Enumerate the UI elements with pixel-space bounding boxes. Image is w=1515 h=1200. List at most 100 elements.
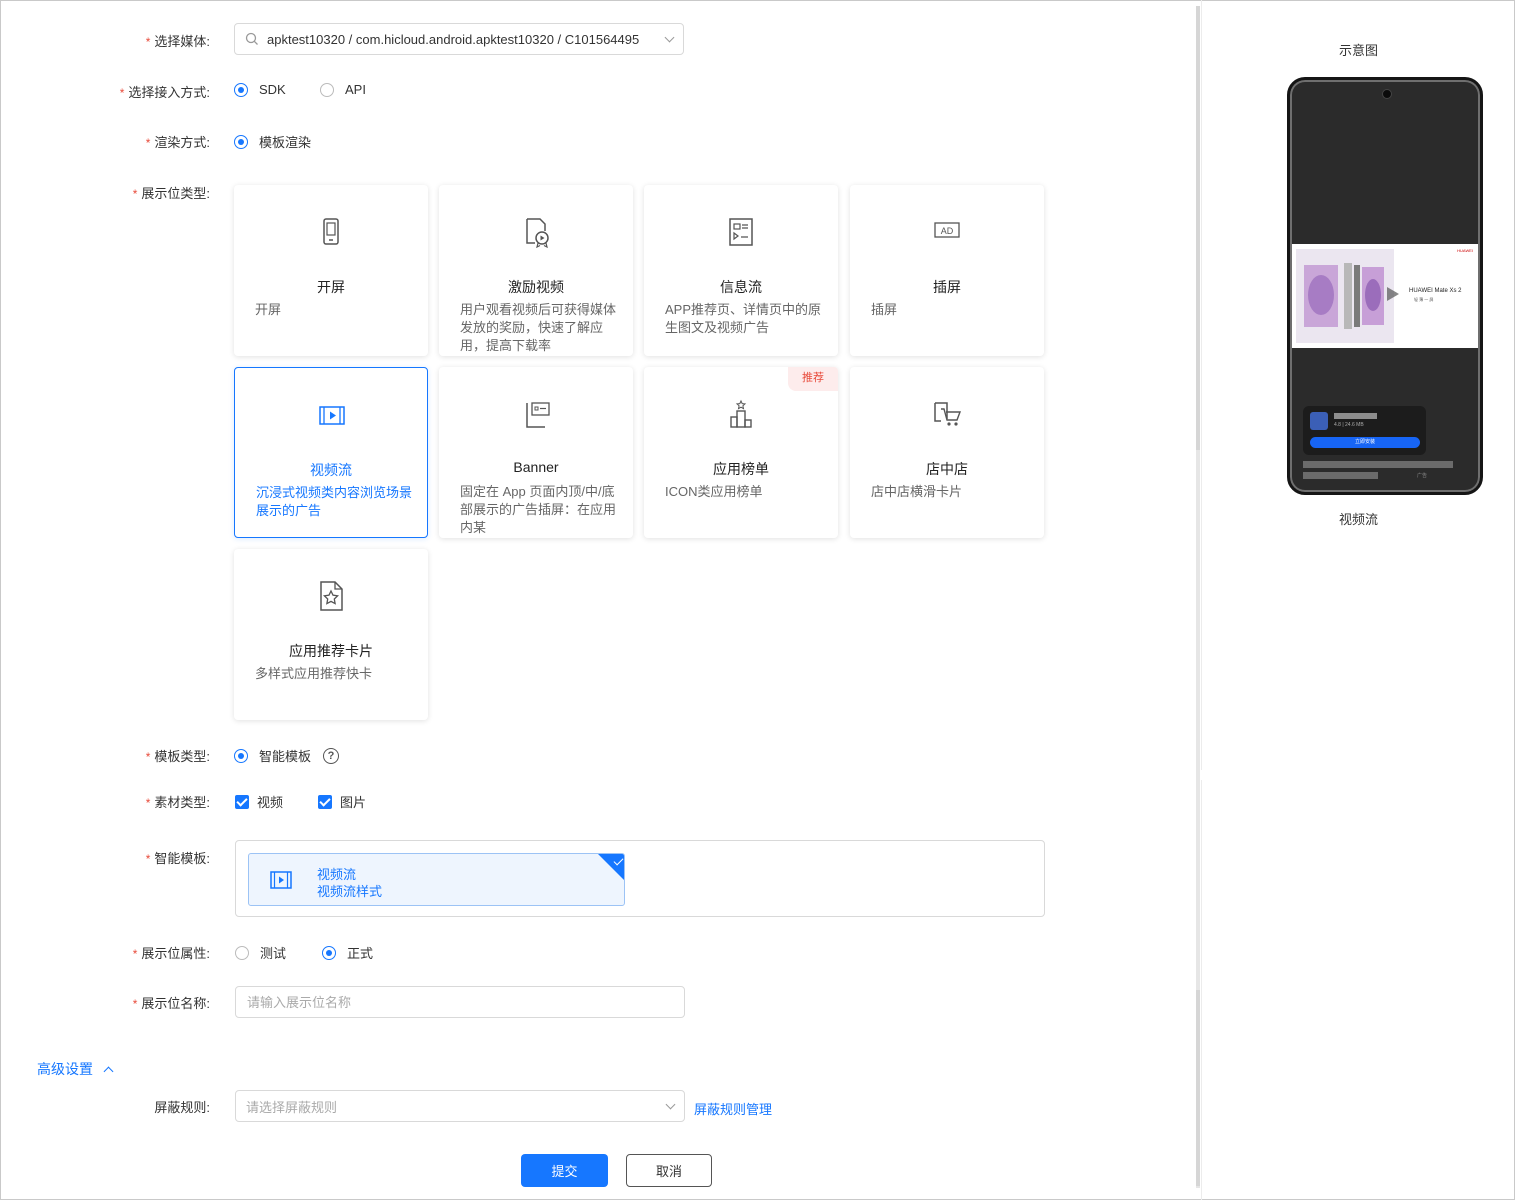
ranking-icon <box>730 399 752 428</box>
radio-dot <box>322 945 336 960</box>
card-title: 应用推荐卡片 <box>289 643 373 659</box>
ad-icon: AD <box>934 222 960 238</box>
media-value: apktest10320 / com.hicloud.android.apkte… <box>267 31 640 47</box>
card-desc: ICON类应用榜单 <box>665 484 763 499</box>
text-placeholder <box>1303 472 1378 479</box>
smart-template-box: 视频流 视频流样式 <box>235 840 1045 917</box>
app-name-placeholder <box>1334 413 1377 419</box>
slot-name-label: * 展示位名称: <box>132 996 210 1011</box>
brand-logo: HUAWEI <box>1457 248 1473 253</box>
card-ranking[interactable]: 推荐 应用榜单 ICON类应用榜单 <box>644 367 838 538</box>
block-rule-manage-link[interactable]: 屏蔽规则管理 <box>694 1099 772 1118</box>
radio-smart-template[interactable]: 智能模板? <box>234 746 340 765</box>
scrollbar-thumb[interactable] <box>1196 6 1200 450</box>
star-doc-icon <box>320 581 343 611</box>
slot-property-label: * 展示位属性: <box>132 946 210 961</box>
preview-caption: 视频流 <box>1338 512 1378 527</box>
card-title: 信息流 <box>720 279 762 295</box>
chevron-down-icon <box>665 1099 676 1109</box>
svg-text:AD: AD <box>941 226 954 236</box>
ad-creative: HUAWEI HUAWEI Mate Xs 2 轻 薄 一 屏 <box>1292 244 1478 348</box>
checkbox-video[interactable]: 视频 <box>235 792 283 811</box>
render-label: * 渲染方式: <box>145 135 210 150</box>
phone-icon <box>323 218 339 245</box>
radio-formal[interactable]: 正式 <box>322 943 373 962</box>
block-rule-placeholder: 请选择屏蔽规则 <box>246 1099 338 1115</box>
smart-template-label: * 智能模板: <box>145 851 210 866</box>
card-store-in-store[interactable]: 店中店 店中店横滑卡片 <box>850 367 1044 538</box>
card-banner[interactable]: Banner 固定在 App 页面内顶/中/底部展示的广告插屏：在应用内某 <box>439 367 633 538</box>
card-title: 激励视频 <box>508 279 564 295</box>
slot-name-input[interactable] <box>247 994 673 1010</box>
panel-divider <box>1201 0 1202 770</box>
card-desc: 插屏 <box>871 302 898 317</box>
radio-test[interactable]: 测试 <box>235 943 286 962</box>
video-stream-icon <box>270 871 292 889</box>
slot-type-label: * 展示位类型: <box>132 186 210 201</box>
install-button: 立即安装 <box>1310 437 1420 448</box>
media-label: * 选择媒体: <box>145 34 210 49</box>
card-title: 应用榜单 <box>713 461 769 477</box>
radio-dot <box>320 82 334 97</box>
banner-icon <box>526 402 550 428</box>
phone-preview: HUAWEI HUAWEI Mate Xs 2 轻 薄 一 屏 4.8 | 24… <box>1287 77 1483 495</box>
scrollbar-thumb-lower[interactable] <box>1196 990 1200 1186</box>
card-desc: 用户观看视频后可获得媒体发放的奖励，快速了解应用，提高下载率 <box>460 302 617 353</box>
radio-dot <box>234 134 248 149</box>
preview-title: 示意图 <box>1338 43 1378 58</box>
checkbox-image[interactable]: 图片 <box>318 792 366 811</box>
app-meta: 4.8 | 24.6 MB <box>1334 422 1364 428</box>
reward-video-icon <box>526 218 549 249</box>
block-rule-select[interactable]: 请选择屏蔽规则 <box>235 1090 685 1122</box>
submit-button[interactable]: 提交 <box>521 1154 608 1187</box>
card-title: Banner <box>513 459 559 475</box>
feed-icon <box>729 218 753 246</box>
ad-brand: HUAWEI Mate Xs 2 <box>1409 288 1462 294</box>
access-label: * 选择接入方式: <box>119 85 210 100</box>
radio-api[interactable]: API <box>320 82 366 97</box>
template-type-label: * 模板类型: <box>145 749 210 764</box>
search-icon <box>245 32 258 45</box>
card-desc: 固定在 App 页面内顶/中/底部展示的广告插屏：在应用内某 <box>460 484 617 535</box>
card-splash[interactable]: 开屏 开屏 <box>234 185 428 356</box>
radio-dot <box>235 945 249 960</box>
card-app-recommend[interactable]: 应用推荐卡片 多样式应用推荐快卡 <box>234 549 428 720</box>
card-title: 插屏 <box>933 279 961 295</box>
radio-dot <box>234 748 248 763</box>
slot-name-field[interactable] <box>235 986 685 1018</box>
media-select[interactable]: apktest10320 / com.hicloud.android.apkte… <box>234 23 684 55</box>
text-placeholder <box>1303 461 1453 468</box>
card-desc: APP推荐页、详情页中的原生图文及视频广告 <box>665 302 822 335</box>
recommend-badge: 推荐 <box>788 367 838 391</box>
chevron-up-icon <box>103 1066 114 1076</box>
card-title: 开屏 <box>317 279 345 295</box>
product-image <box>1296 249 1394 343</box>
cancel-button[interactable]: 取消 <box>626 1154 712 1187</box>
card-desc: 沉浸式视频类内容浏览场景展示的广告 <box>256 485 413 518</box>
card-video-stream[interactable]: 视频流 沉浸式视频类内容浏览场景展示的广告 <box>234 367 428 538</box>
advanced-settings-toggle[interactable]: 高级设置 <box>37 1059 114 1079</box>
card-reward-video[interactable]: 激励视频 用户观看视频后可获得媒体发放的奖励，快速了解应用，提高下载率 <box>439 185 633 356</box>
material-type-label: * 素材类型: <box>145 795 210 810</box>
template-item-subtitle: 视频流样式 <box>317 884 383 899</box>
help-icon[interactable]: ? <box>323 747 340 764</box>
form-panel: * 选择媒体: apktest10320 / com.hicloud.androi… <box>0 0 1200 1200</box>
card-desc: 多样式应用推荐快卡 <box>255 666 373 681</box>
card-interstitial[interactable]: AD 插屏 插屏 <box>850 185 1044 356</box>
checkbox-box <box>318 794 332 809</box>
radio-template-render[interactable]: 模板渲染 <box>234 132 311 151</box>
radio-dot <box>234 82 248 97</box>
panel-divider <box>1201 780 1202 1200</box>
play-icon <box>1387 287 1399 301</box>
card-desc: 开屏 <box>255 302 282 317</box>
card-feed[interactable]: 信息流 APP推荐页、详情页中的原生图文及视频广告 <box>644 185 838 356</box>
smart-template-item[interactable]: 视频流 视频流样式 <box>248 853 625 906</box>
ad-slogan: 轻 薄 一 屏 <box>1414 297 1434 302</box>
radio-sdk[interactable]: SDK <box>234 82 286 97</box>
card-title: 视频流 <box>310 462 352 478</box>
app-download-card: 4.8 | 24.6 MB 立即安装 <box>1303 406 1426 455</box>
card-title: 店中店 <box>926 461 968 477</box>
cart-icon <box>934 402 962 426</box>
checkbox-box <box>235 794 249 809</box>
block-rule-label: 屏蔽规则: <box>154 1100 210 1115</box>
